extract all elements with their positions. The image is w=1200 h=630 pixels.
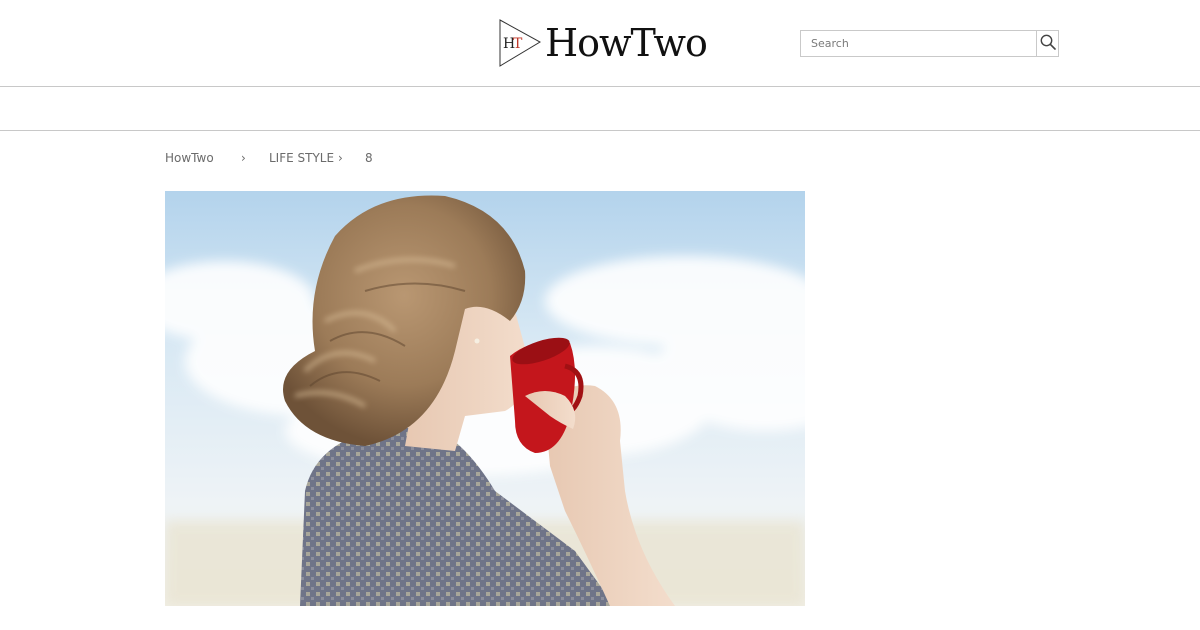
site-logo[interactable]: H T HowTwo	[499, 19, 708, 67]
breadcrumb-separator: ›	[338, 151, 343, 165]
search-box	[800, 30, 1059, 57]
search-button[interactable]	[1036, 31, 1058, 56]
breadcrumb-current: 8	[365, 151, 373, 165]
hero-image	[165, 191, 805, 606]
main-nav-bar	[0, 87, 1200, 131]
breadcrumb-category-link[interactable]: LIFE STYLE	[269, 151, 334, 165]
search-input[interactable]	[801, 31, 1036, 56]
search-icon	[1040, 34, 1056, 54]
logo-wordmark: HowTwo	[545, 21, 708, 65]
breadcrumb-separator: ›	[241, 151, 246, 165]
svg-text:T: T	[513, 36, 523, 52]
site-header: H T HowTwo	[0, 0, 1200, 87]
breadcrumb-home-link[interactable]: HowTwo	[165, 151, 214, 165]
logo-mark-icon: H T	[499, 19, 541, 67]
